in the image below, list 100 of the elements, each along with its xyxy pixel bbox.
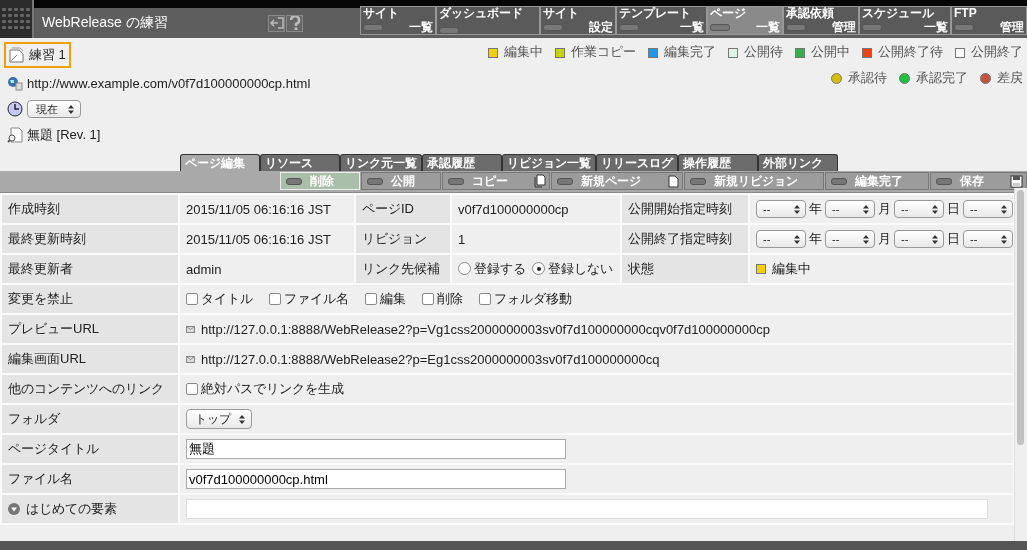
input-field[interactable]: 無題 [186, 439, 566, 459]
envelope-icon [186, 356, 195, 363]
date-select[interactable]: -- [756, 230, 806, 248]
updown-arrow-icon [932, 204, 938, 214]
field-label: ファイル名 [8, 471, 73, 486]
field-label: ページID [362, 201, 414, 216]
field-value: 1 [458, 231, 466, 247]
tab[interactable]: 外部リンク [758, 154, 838, 171]
updown-arrow-icon [239, 414, 245, 424]
updown-arrow-icon [68, 104, 74, 114]
field-label: 公開終了指定時刻 [628, 231, 732, 246]
date-unit: 月 [878, 230, 891, 248]
updown-arrow-icon [794, 234, 800, 244]
status-label: 公開終了待 [878, 44, 943, 61]
date-unit: 日 [947, 200, 960, 218]
field-label: 作成時刻 [8, 201, 60, 216]
approval-label: 承認待 [848, 70, 887, 87]
envelope-icon [186, 326, 195, 333]
field-label: ページタイトル [8, 441, 99, 456]
nav-button[interactable]: サイト 設定 [539, 6, 616, 35]
input-field[interactable]: v0f7d100000000cp.html [186, 469, 566, 489]
save-icon [1010, 174, 1023, 188]
app-title: WebRelease の練習 [41, 13, 169, 32]
approval-label: 承認完了 [916, 70, 968, 87]
tab[interactable]: リビジョン一覧 [502, 154, 596, 171]
status-label: 編集完了 [664, 44, 716, 61]
updown-arrow-icon [863, 234, 869, 244]
field-label: フォルダ [8, 411, 60, 426]
field-label: 最終更新時刻 [8, 231, 86, 246]
date-select[interactable]: -- [894, 200, 944, 218]
folder-select[interactable]: トップ [186, 409, 252, 429]
status-label: 公開待 [744, 44, 783, 61]
date-select[interactable]: -- [825, 200, 875, 218]
date-select[interactable]: -- [756, 200, 806, 218]
scrollbar[interactable] [1014, 188, 1027, 541]
nav-button[interactable]: テンプレート 一覧 [615, 6, 708, 35]
field-label: 編集画面URL [8, 351, 86, 366]
date-unit: 日 [947, 230, 960, 248]
collapse-icon[interactable] [8, 503, 20, 515]
checkbox-option[interactable]: ファイル名 [269, 290, 349, 308]
status-value: 編集中 [772, 260, 811, 278]
nav-button[interactable]: サイト 一覧 [360, 6, 436, 35]
revision-title: 無題 [Rev. 1] [27, 126, 101, 144]
date-select[interactable]: -- [825, 230, 875, 248]
tab[interactable]: 承認履歴 [422, 154, 502, 171]
radio-option[interactable]: 登録する [458, 259, 526, 278]
date-select[interactable]: -- [963, 230, 1012, 248]
updown-arrow-icon [1001, 204, 1007, 214]
date-select[interactable]: -- [963, 200, 1012, 218]
field-label: 公開開始指定時刻 [628, 201, 732, 216]
magnifier-document-icon [7, 127, 23, 143]
field-label: はじめての要素 [26, 500, 117, 518]
date-select[interactable]: -- [894, 230, 944, 248]
globe-icon [7, 75, 23, 91]
field-label: プレビューURL [8, 321, 99, 336]
status-label: 公開中 [811, 44, 850, 61]
page-name: 練習 1 [29, 46, 66, 64]
status-label: 編集中 [504, 44, 543, 61]
time-select[interactable]: 現在 [27, 100, 81, 118]
page-url: http://www.example.com/v0f7d100000000cp.html [27, 75, 311, 91]
nav-button[interactable]: FTP 管理 [951, 6, 1027, 35]
status-label: 公開終了 [971, 44, 1023, 61]
checkbox-option[interactable]: 編集 [365, 290, 406, 308]
nav-button[interactable]: ダッシュボード [436, 6, 540, 35]
field-label: 状態 [628, 261, 654, 276]
field-value: 2015/11/05 06:16:16 JST [186, 231, 332, 247]
document-icon [9, 47, 25, 63]
updown-arrow-icon [932, 234, 938, 244]
tab[interactable]: リンク元一覧 [340, 154, 422, 171]
field-label: リンク先候補 [362, 261, 440, 276]
documents-icon [534, 174, 547, 188]
checkbox-option[interactable]: 削除 [422, 290, 463, 308]
tab[interactable]: リソース [260, 154, 340, 171]
date-unit: 年 [809, 230, 822, 248]
field-label: 他のコンテンツへのリンク [8, 381, 164, 396]
updown-arrow-icon [1001, 234, 1007, 244]
field-label: 最終更新者 [8, 261, 73, 276]
help-icon[interactable] [286, 14, 303, 32]
tab[interactable]: 操作履歴 [678, 154, 758, 171]
clock-icon [7, 101, 23, 117]
nav-button[interactable]: スケジュール 一覧 [859, 6, 951, 35]
status-label: 作業コピー [571, 44, 636, 61]
radio-option[interactable]: 登録しない [532, 259, 613, 278]
checkbox-option[interactable]: 絶対パスでリンクを生成 [186, 380, 344, 398]
nav-button[interactable]: 承認依頼 管理 [783, 6, 860, 35]
field-value: admin [186, 261, 222, 277]
logout-icon[interactable] [268, 14, 285, 32]
date-unit: 年 [809, 200, 822, 218]
document-icon [667, 174, 679, 188]
field-value: v0f7d100000000cp [458, 201, 569, 217]
field-value: 2015/11/05 06:16:16 JST [186, 201, 332, 217]
tab[interactable]: リリースログ [596, 154, 678, 171]
updown-arrow-icon [794, 204, 800, 214]
field-label: リビジョン [362, 231, 427, 246]
field-label: 変更を禁止 [8, 291, 73, 306]
checkbox-option[interactable]: フォルダ移動 [479, 290, 572, 308]
input-field[interactable] [186, 499, 988, 519]
checkbox-option[interactable]: タイトル [186, 290, 253, 308]
updown-arrow-icon [863, 204, 869, 214]
approval-label: 差戻 [997, 70, 1023, 87]
